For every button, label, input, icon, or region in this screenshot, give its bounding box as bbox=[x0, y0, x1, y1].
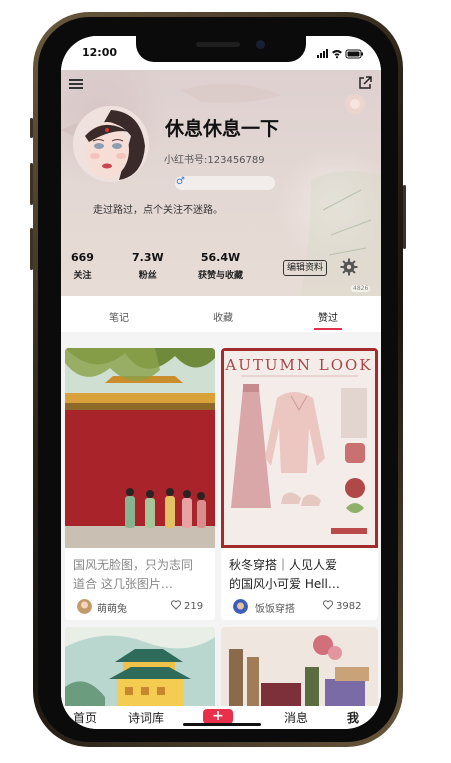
tab-notes[interactable]: 笔记 bbox=[109, 309, 129, 324]
share-icon[interactable] bbox=[357, 75, 373, 91]
tab-collections[interactable]: 收藏 bbox=[213, 309, 233, 324]
card-1-title-line2: 道合 这几张图片… bbox=[73, 577, 173, 591]
card-1-title-line1: 国风无脸图，只为志同 bbox=[73, 558, 194, 572]
app-screen: 12:00 休息休息一下 小红书号:123456789 ♂ 走过路过，点个关注不… bbox=[61, 36, 381, 729]
avatar-illustration bbox=[73, 106, 149, 182]
stat-followers[interactable]: 7.3W 粉丝 bbox=[132, 251, 164, 281]
card-2-title-line1: 秋冬穿搭｜人见人爱 bbox=[229, 558, 338, 572]
status-time: 12:00 bbox=[82, 46, 118, 59]
nav-messages[interactable]: 消息 bbox=[284, 709, 308, 726]
stat-following[interactable]: 669 关注 bbox=[71, 251, 94, 281]
add-post-button[interactable]: + bbox=[203, 709, 233, 724]
card-2-author-name[interactable]: 饭饭穿搭 bbox=[255, 600, 295, 615]
speaker bbox=[196, 42, 240, 47]
profile-bio: 走过路过，点个关注不迷路。 bbox=[93, 205, 223, 216]
card-1-image bbox=[65, 348, 215, 548]
card-2-likes[interactable]: 3982 bbox=[323, 600, 361, 612]
card-2-image: AUTUMN LOOK bbox=[221, 348, 378, 548]
stat-likes-collects[interactable]: 56.4W 获赞与收藏 bbox=[198, 251, 243, 281]
stat-likes-collects-value: 56.4W bbox=[200, 251, 241, 264]
side-button-volume-down bbox=[30, 228, 33, 270]
profile-header: 休息休息一下 小红书号:123456789 ♂ 走过路过，点个关注不迷路。 66… bbox=[61, 70, 381, 296]
feed-card-3[interactable] bbox=[65, 627, 215, 717]
stat-likes-collects-label: 获赞与收藏 bbox=[198, 271, 244, 281]
feed-card-1[interactable]: 国风无脸图，只为志同 道合 这几张图片… 萌萌兔 219 bbox=[65, 348, 215, 620]
card-2-image-headline: AUTUMN LOOK bbox=[224, 356, 372, 374]
gear-icon[interactable] bbox=[340, 258, 358, 276]
card-1-author-avatar[interactable] bbox=[77, 599, 92, 614]
side-button-mute bbox=[30, 118, 33, 138]
card-2-title: 秋冬穿搭｜人见人爱 的国风小可爱 Hell… bbox=[229, 556, 340, 594]
card-3-image bbox=[65, 627, 215, 717]
feed-card-2[interactable]: AUTUMN LOOK 秋冬穿搭｜人见人爱 的国风小可爱 Hell… 饭饭穿搭 … bbox=[221, 348, 378, 620]
header-tag: 4826 bbox=[351, 285, 371, 292]
nav-me[interactable]: 我 bbox=[347, 709, 359, 726]
male-icon: ♂ bbox=[176, 176, 185, 187]
avatar[interactable] bbox=[73, 106, 149, 182]
side-button-volume-up bbox=[30, 163, 33, 205]
home-indicator[interactable] bbox=[183, 723, 261, 726]
menu-icon[interactable] bbox=[69, 79, 83, 89]
card-4-image bbox=[221, 627, 378, 717]
signal-wifi-battery-icon bbox=[317, 49, 363, 59]
side-button-power bbox=[403, 185, 406, 249]
card-1-title: 国风无脸图，只为志同 道合 这几张图片… bbox=[73, 556, 193, 594]
edit-profile-button[interactable]: 编辑资料 bbox=[283, 260, 327, 276]
profile-nickname: 休息休息一下 bbox=[165, 118, 280, 140]
card-2-likes-count: 3982 bbox=[336, 601, 362, 612]
card-1-author-name[interactable]: 萌萌兔 bbox=[97, 600, 127, 615]
card-1-likes[interactable]: 219 bbox=[171, 600, 203, 612]
feed-grid: 国风无脸图，只为志同 道合 这几张图片… 萌萌兔 219 AUTUMN LOOK bbox=[61, 332, 381, 717]
stat-followers-value: 7.3W bbox=[132, 251, 164, 264]
active-tab-underline bbox=[314, 328, 342, 330]
notch bbox=[136, 36, 306, 62]
nav-home[interactable]: 首页 bbox=[73, 709, 97, 726]
tab-liked[interactable]: 赞过 bbox=[318, 309, 338, 324]
stat-following-label: 关注 bbox=[73, 271, 92, 281]
front-camera bbox=[256, 40, 265, 49]
stat-followers-label: 粉丝 bbox=[138, 271, 157, 281]
profile-user-id: 小红书号:123456789 bbox=[164, 155, 265, 166]
nav-poetry[interactable]: 诗词库 bbox=[128, 709, 164, 726]
feed-card-4[interactable] bbox=[221, 627, 378, 717]
stat-following-value: 669 bbox=[71, 251, 94, 264]
heart-icon bbox=[323, 600, 333, 610]
heart-icon bbox=[171, 600, 181, 610]
card-1-likes-count: 219 bbox=[184, 601, 204, 612]
profile-tabs: 笔记 收藏 赞过 bbox=[61, 296, 381, 332]
card-2-title-line2: 的国风小可爱 Hell… bbox=[229, 577, 340, 591]
card-2-author-avatar[interactable] bbox=[233, 599, 248, 614]
gender-badge: ♂ bbox=[175, 176, 275, 190]
